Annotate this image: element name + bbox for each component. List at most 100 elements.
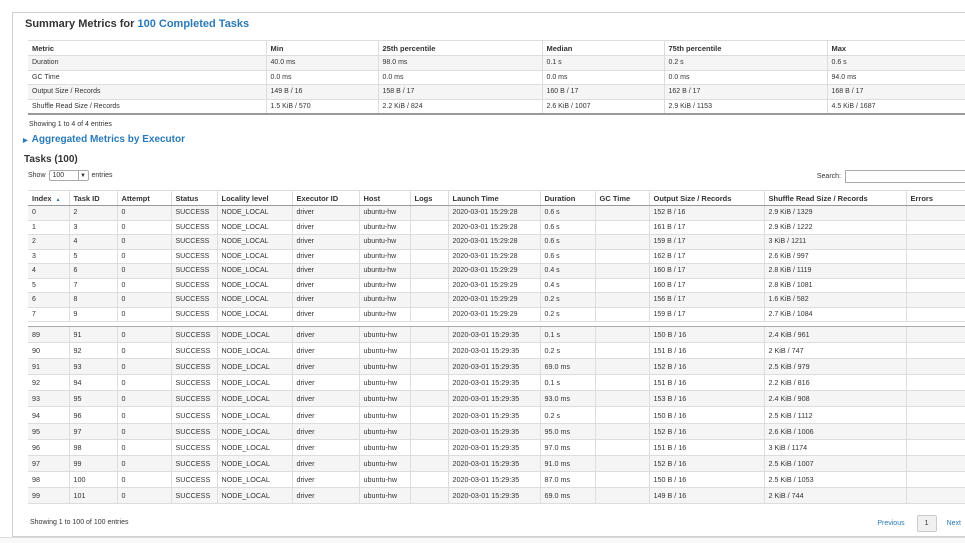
summary-cell: 160 B / 17 <box>541 84 664 100</box>
table-cell <box>409 249 448 264</box>
table-cell: NODE_LOCAL <box>216 423 292 440</box>
summary-cell: Output Size / Records <box>28 84 266 100</box>
tasks-column-header[interactable]: Task ID <box>68 190 117 206</box>
table-cell: NODE_LOCAL <box>216 326 292 344</box>
summary-cell: 149 B / 16 <box>265 84 378 100</box>
tasks-column-header[interactable]: Executor ID <box>291 190 359 206</box>
column-header-label: Errors <box>910 193 934 203</box>
table-cell <box>409 374 448 392</box>
column-header-label: GC Time <box>599 193 631 203</box>
table-cell: 7 <box>68 278 117 293</box>
search-control: Search: <box>817 170 965 183</box>
summary-cell: 2.6 KiB / 1007 <box>541 99 664 115</box>
tasks-column-header[interactable]: Attempt <box>116 190 171 206</box>
table-cell <box>905 342 965 360</box>
table-cell: 0 <box>116 455 171 472</box>
table-cell <box>594 406 649 424</box>
table-cell: 87.0 ms <box>539 471 595 488</box>
table-cell <box>905 220 965 235</box>
table-cell: 2.8 KiB / 1081 <box>763 278 906 293</box>
sort-asc-icon: ▲ <box>55 196 61 203</box>
table-cell: 3 <box>28 249 69 264</box>
table-cell: 160 B / 17 <box>648 263 764 279</box>
summary-cell: 2.2 KiB / 824 <box>377 99 542 115</box>
table-row: 1 3 0 SUCCESS NODE_LOCAL driver ubuntu-hw 2020-… <box>28 220 965 235</box>
table-cell: 2.5 KiB / 1112 <box>763 406 906 424</box>
table-cell <box>594 487 649 505</box>
table-cell <box>594 278 649 293</box>
table-cell: 150 B / 16 <box>648 406 764 424</box>
tasks-column-header[interactable]: Errors <box>905 190 965 206</box>
table-cell: 0.6 s <box>539 234 595 250</box>
summary-column-header: 75th percentile <box>663 40 827 56</box>
show-label: Show <box>28 172 46 179</box>
table-cell: 2.6 KiB / 997 <box>763 249 906 264</box>
table-cell: SUCCESS <box>170 220 217 235</box>
summary-cell: 0.0 ms <box>265 70 378 85</box>
tasks-column-header[interactable]: Locality level <box>216 190 292 206</box>
table-cell: SUCCESS <box>170 487 217 505</box>
table-cell: SUCCESS <box>170 439 217 456</box>
summary-cell: 94.0 ms <box>826 70 965 85</box>
table-cell: 151 B / 16 <box>648 342 764 360</box>
aggregated-metrics-toggle[interactable]: ▶ Aggregated Metrics by Executor <box>23 134 185 145</box>
table-row: 7 9 0 SUCCESS NODE_LOCAL driver ubuntu-hw 2020-… <box>28 307 965 322</box>
tasks-column-header[interactable]: Launch Time <box>447 190 540 206</box>
summary-heading: Summary Metrics for 100 Completed Tasks <box>25 18 249 30</box>
tasks-column-header[interactable]: Duration <box>539 190 595 206</box>
tasks-column-header[interactable]: Logs <box>409 190 448 206</box>
table-cell: SUCCESS <box>170 358 217 376</box>
tasks-table: Index ▲ Task ID Attempt Status Locality level… <box>28 190 965 505</box>
table-cell: 150 B / 16 <box>648 326 764 344</box>
table-cell: NODE_LOCAL <box>216 249 292 264</box>
table-cell: driver <box>291 439 359 456</box>
summary-cell: 162 B / 17 <box>663 84 827 100</box>
pagination: Previous 1 Next <box>877 515 965 532</box>
triangle-right-icon: ▶ <box>23 138 28 144</box>
table-cell <box>905 487 965 505</box>
table-cell: ubuntu-hw <box>358 234 410 250</box>
table-row: 0 2 0 SUCCESS NODE_LOCAL driver ubuntu-hw 2020-… <box>28 205 965 221</box>
table-cell: 93.0 ms <box>539 390 595 408</box>
table-row: 94 96 0 SUCCESS NODE_LOCAL driver ubuntu-hw 202… <box>28 406 965 424</box>
table-cell <box>905 358 965 376</box>
table-cell: ubuntu-hw <box>358 342 410 360</box>
table-cell: 6 <box>68 263 117 279</box>
page-size-select[interactable]: 100 ▼ <box>48 170 89 181</box>
table-cell: 0.1 s <box>539 374 595 392</box>
previous-button[interactable]: Previous <box>877 520 904 527</box>
table-cell: ubuntu-hw <box>358 390 410 408</box>
table-cell: 0.4 s <box>539 278 595 293</box>
table-cell: driver <box>291 205 359 221</box>
tasks-column-header[interactable]: Index ▲ <box>28 190 69 206</box>
table-cell: 0 <box>116 263 171 279</box>
tasks-column-header[interactable]: Host <box>358 190 410 206</box>
table-cell: SUCCESS <box>170 342 217 360</box>
table-cell <box>594 374 649 392</box>
tasks-column-header[interactable]: Status <box>170 190 217 206</box>
table-cell <box>905 390 965 408</box>
table-cell: NODE_LOCAL <box>216 487 292 505</box>
table-cell: 156 B / 17 <box>648 292 764 308</box>
page-1-button[interactable]: 1 <box>916 515 937 532</box>
bottom-scroll-area <box>0 537 965 543</box>
table-cell: 2.7 KiB / 1084 <box>763 307 906 322</box>
summary-cell: 0.1 s <box>541 55 664 71</box>
table-row: 5 7 0 SUCCESS NODE_LOCAL driver ubuntu-hw 2020-… <box>28 278 965 293</box>
table-cell: 2 <box>68 205 117 221</box>
table-cell: SUCCESS <box>170 205 217 221</box>
tasks-column-header[interactable]: Shuffle Read Size / Records <box>763 190 906 206</box>
table-cell <box>594 439 649 456</box>
summary-row: GC Time 0.0 ms 0.0 ms 0.0 ms 0.0 ms 94.0 ms <box>28 70 965 85</box>
table-cell: SUCCESS <box>170 234 217 250</box>
next-button[interactable]: Next <box>947 520 961 527</box>
completed-tasks-link[interactable]: 100 Completed Tasks <box>137 18 249 30</box>
tasks-column-header[interactable]: Output Size / Records <box>648 190 764 206</box>
table-cell: SUCCESS <box>170 455 217 472</box>
table-cell: ubuntu-hw <box>358 358 410 376</box>
table-cell: NODE_LOCAL <box>216 455 292 472</box>
tasks-column-header[interactable]: GC Time <box>594 190 649 206</box>
table-cell: ubuntu-hw <box>358 487 410 505</box>
search-input[interactable] <box>845 170 965 183</box>
table-cell: 0 <box>116 358 171 376</box>
